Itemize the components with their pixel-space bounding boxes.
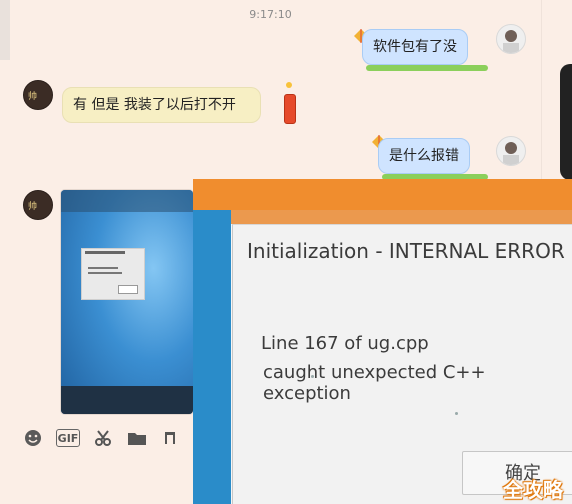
error-dialog: Initialization - INTERNAL ERROR Line 167… <box>232 224 572 504</box>
input-toolbar: GIF <box>10 418 203 458</box>
dust-speck <box>311 375 314 378</box>
smiley-icon[interactable] <box>22 427 44 449</box>
photo-mini-dialog <box>81 248 145 300</box>
bubble-grass-decoration <box>366 65 488 71</box>
message-bubble-me[interactable]: 软件包有了没 <box>362 29 468 65</box>
folder-icon[interactable] <box>126 427 148 449</box>
side-object <box>560 64 572 180</box>
gif-button[interactable]: GIF <box>56 429 80 447</box>
photo-frame <box>61 190 193 212</box>
message-bubble-peer[interactable]: 有 但是 我装了以后打不开 <box>62 87 261 123</box>
svg-text:帅: 帅 <box>28 200 37 212</box>
site-watermark: 全攻略 <box>503 478 563 502</box>
spark-decoration-icon <box>286 82 292 88</box>
error-dialog-title: Initialization - INTERNAL ERROR <box>247 239 565 263</box>
firecracker-decoration-icon <box>284 94 296 124</box>
message-bubble-me[interactable]: 是什么报错 <box>378 138 470 174</box>
scissors-icon[interactable] <box>92 427 114 449</box>
message-text: 软件包有了没 <box>373 39 457 55</box>
message-timestamp: 9:17:10 <box>249 8 292 21</box>
error-line-1: Line 167 of ug.cpp <box>261 333 429 354</box>
avatar-me[interactable] <box>496 24 526 54</box>
music-icon[interactable] <box>160 427 182 449</box>
desktop-background <box>193 210 231 504</box>
zoomed-error-photo: Initialization - INTERNAL ERROR Line 167… <box>193 179 572 504</box>
photo-monitor-edge <box>61 386 193 414</box>
error-line-2: caught unexpected C++ exception <box>263 362 486 404</box>
avatar-me[interactable] <box>496 136 526 166</box>
dust-speck <box>455 412 458 415</box>
message-text: 有 但是 我装了以后打不开 <box>73 97 236 113</box>
image-message-thumbnail[interactable] <box>61 190 193 414</box>
message-text: 是什么报错 <box>389 148 459 164</box>
photo-background <box>61 190 193 414</box>
avatar-peer[interactable]: 帅 <box>23 80 53 110</box>
svg-text:帅: 帅 <box>28 90 37 102</box>
avatar-peer[interactable]: 帅 <box>23 190 53 220</box>
orange-frame <box>193 179 572 210</box>
orange-frame-shadow <box>193 210 572 224</box>
